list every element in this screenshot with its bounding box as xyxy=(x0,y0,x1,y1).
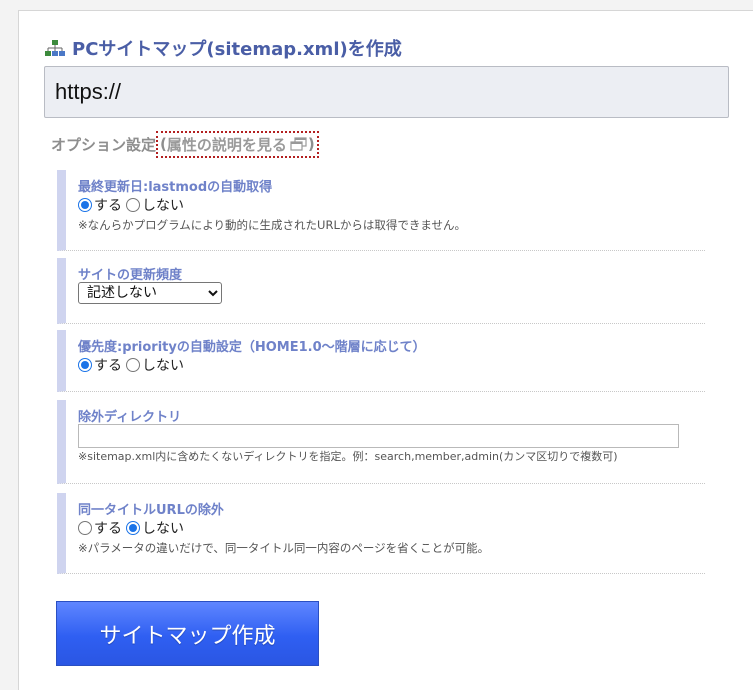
update-frequency-select[interactable]: 記述しない xyxy=(78,282,222,304)
same-title-radio-group: する しない xyxy=(78,517,705,539)
section-freq: サイトの更新頻度 記述しない xyxy=(57,258,705,324)
title-row: PCサイトマップ(sitemap.xml)を作成 xyxy=(44,36,402,60)
lastmod-note: ※なんらかプログラムにより動的に生成されたURLからは取得できません。 xyxy=(78,218,467,232)
radio-label-yes: する xyxy=(94,358,122,374)
priority-radio-no[interactable] xyxy=(126,358,140,372)
exclude-dir-input[interactable] xyxy=(78,424,679,448)
radio-label-no: しない xyxy=(142,198,184,214)
radio-label-no: しない xyxy=(142,358,184,374)
lastmod-radio-group: する しない xyxy=(78,194,705,216)
section-title: 最終更新日:lastmodの自動取得 xyxy=(78,180,273,195)
radio-label-yes: する xyxy=(94,198,122,214)
paren-close: ) xyxy=(307,135,315,153)
section-title: サイトの更新頻度 xyxy=(78,268,183,283)
options-row: オプション設定 ( 属性の説明を見る ) xyxy=(51,130,319,158)
create-sitemap-button[interactable]: サイトマップ作成 xyxy=(56,601,319,666)
same-title-radio-no[interactable] xyxy=(126,521,140,535)
sitemap-icon xyxy=(44,39,66,57)
section-same-title: 同一タイトルURLの除外 する しない ※パラメータの違いだけで、同一タイトル同… xyxy=(57,493,705,574)
attribute-help-link[interactable]: ( 属性の説明を見る ) xyxy=(156,130,319,158)
lastmod-radio-no[interactable] xyxy=(126,198,140,212)
url-input[interactable] xyxy=(44,66,729,118)
page-title: PCサイトマップ(sitemap.xml)を作成 xyxy=(72,39,402,60)
external-window-icon xyxy=(290,137,308,151)
options-label: オプション設定 xyxy=(51,135,157,154)
section-title: 除外ディレクトリ xyxy=(78,410,182,425)
priority-radio-group: する しない xyxy=(78,354,705,376)
section-lastmod: 最終更新日:lastmodの自動取得 する しない ※なんらかプログラムにより動… xyxy=(57,170,705,251)
same-title-note: ※パラメータの違いだけで、同一タイトル同一内容のページを省くことが可能。 xyxy=(78,541,490,555)
paren-open: ( xyxy=(160,135,167,153)
same-title-radio-yes[interactable] xyxy=(78,521,92,535)
section-title: 優先度:priorityの自動設定（HOME1.0～階層に応じて） xyxy=(78,340,426,355)
section-exclude-dir: 除外ディレクトリ ※sitemap.xml内に含めたくないディレクトリを指定。例… xyxy=(57,400,705,484)
section-title: 同一タイトルURLの除外 xyxy=(78,503,224,518)
section-priority: 優先度:priorityの自動設定（HOME1.0～階層に応じて） する しない xyxy=(57,330,705,392)
radio-label-no: しない xyxy=(142,521,184,537)
lastmod-radio-yes[interactable] xyxy=(78,198,92,212)
radio-label-yes: する xyxy=(94,521,122,537)
priority-radio-yes[interactable] xyxy=(78,358,92,372)
exclude-dir-note: ※sitemap.xml内に含めたくないディレクトリを指定。例：search,m… xyxy=(78,450,618,463)
attribute-help-label: 属性の説明を見る xyxy=(166,135,287,154)
